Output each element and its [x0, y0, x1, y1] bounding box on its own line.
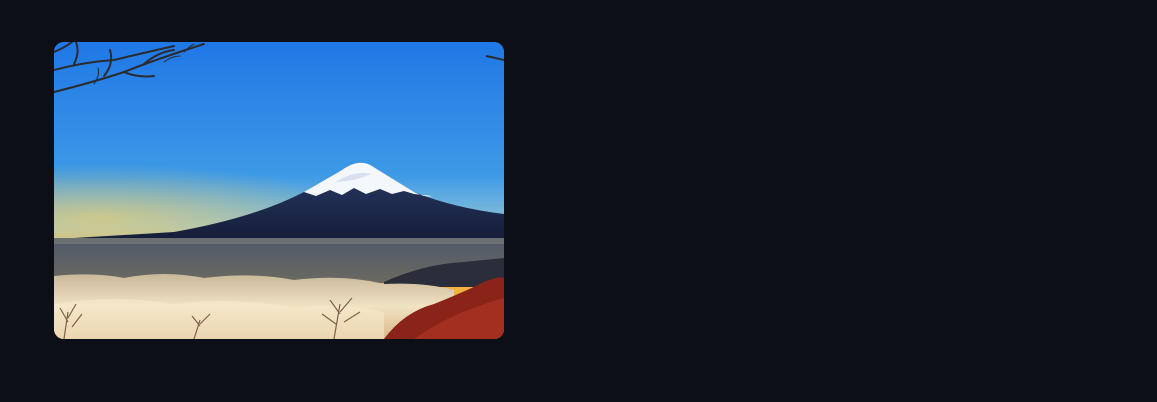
page	[0, 0, 1157, 402]
mountain-landscape-image	[54, 42, 504, 339]
landscape-photo	[54, 42, 504, 339]
